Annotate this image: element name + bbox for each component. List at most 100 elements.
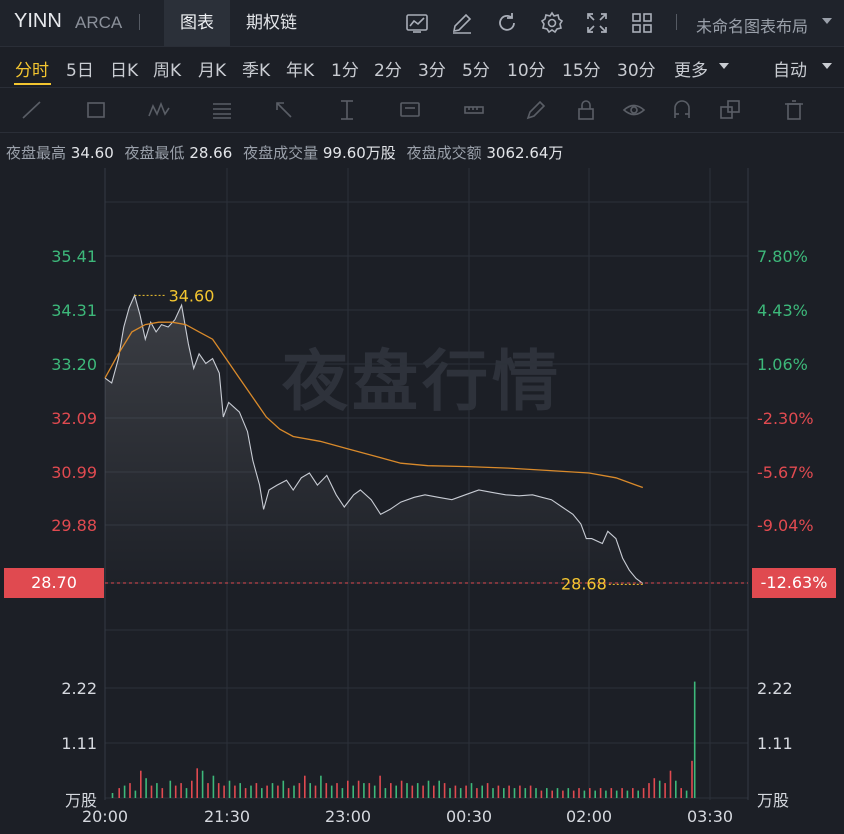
- eye-icon[interactable]: [622, 98, 646, 122]
- stat-volume-value: 99.60万股: [322, 144, 396, 162]
- volume-bar: [400, 780, 403, 798]
- price-tick-label: 33.20: [51, 355, 97, 374]
- price-tick-label: 30.99: [51, 463, 97, 482]
- current-price-tag: 28.70: [4, 568, 104, 598]
- toolbar-divider: [139, 14, 140, 30]
- measure-icon[interactable]: [335, 98, 359, 122]
- volume-bar: [174, 785, 177, 798]
- period-5min[interactable]: 5分: [462, 56, 490, 81]
- active-period-underline: [14, 83, 51, 85]
- volume-bar: [621, 788, 623, 798]
- period-30min[interactable]: 30分: [617, 56, 656, 81]
- volume-bar: [508, 785, 510, 798]
- fib-icon[interactable]: [210, 98, 234, 122]
- tab-option-chain[interactable]: 期权链: [246, 0, 297, 46]
- period-1min[interactable]: 1分: [331, 56, 359, 81]
- volume-bar: [583, 790, 586, 798]
- period-3min[interactable]: 3分: [418, 56, 446, 81]
- period-more[interactable]: 更多: [674, 56, 708, 81]
- volume-bar: [373, 785, 376, 798]
- volume-bar: [145, 778, 147, 798]
- volume-bar: [675, 780, 677, 798]
- stat-high-label: 夜盘最高: [6, 144, 67, 162]
- ticker-symbol[interactable]: YINN: [14, 10, 62, 33]
- volume-bar: [605, 790, 607, 798]
- volume-bar: [384, 788, 387, 798]
- period-5d[interactable]: 5日: [66, 56, 94, 81]
- volume-tick-label: 2.22: [61, 679, 97, 698]
- volume-bar: [309, 783, 311, 798]
- volume-bar: [546, 788, 548, 798]
- period-10min[interactable]: 10分: [507, 56, 546, 81]
- volume-bar: [693, 681, 696, 798]
- volume-bar: [207, 783, 209, 798]
- volume-bar: [212, 775, 215, 798]
- period-week[interactable]: 周K: [153, 56, 181, 81]
- ruler-icon[interactable]: [462, 98, 486, 122]
- rectangle-icon[interactable]: [84, 98, 108, 122]
- tab-chart[interactable]: 图表: [164, 0, 230, 46]
- period-bar: 分时 5日 日K 周K 月K 季K 年K 1分 2分 3分 5分 10分 15分…: [0, 47, 844, 88]
- volume-bar: [379, 775, 381, 798]
- text-icon[interactable]: [398, 98, 422, 122]
- volume-bar: [556, 788, 559, 798]
- volume-bar: [169, 780, 172, 798]
- indicator-icon[interactable]: [405, 11, 429, 35]
- fullscreen-icon[interactable]: [585, 11, 609, 35]
- volume-bar: [406, 783, 408, 798]
- volume-bar: [282, 780, 285, 798]
- period-2min[interactable]: 2分: [374, 56, 402, 81]
- trash-icon[interactable]: [782, 98, 806, 122]
- volume-bar: [411, 785, 414, 798]
- pct-tick-label: -9.04%: [757, 516, 814, 535]
- chevron-down-icon[interactable]: [822, 18, 832, 24]
- volume-bar: [118, 788, 120, 798]
- volume-bar: [664, 783, 666, 798]
- copy-icon[interactable]: [718, 98, 742, 122]
- trendline-icon[interactable]: [20, 98, 44, 122]
- volume-bar: [161, 788, 164, 798]
- volume-tick-label: 2.22: [757, 679, 793, 698]
- volume-bar: [540, 790, 543, 798]
- volume-bar: [438, 780, 440, 798]
- period-year[interactable]: 年K: [286, 56, 314, 81]
- volume-bar: [680, 788, 682, 798]
- pattern-icon[interactable]: [147, 98, 171, 122]
- volume-bar: [497, 785, 500, 798]
- edit-pen-icon[interactable]: [450, 11, 474, 35]
- period-month[interactable]: 月K: [198, 56, 226, 81]
- intraday-chart[interactable]: 35.41 34.31 33.20 32.09 30.99 29.88 7.80% 4.43%…: [0, 168, 844, 834]
- high-marker-label: 34.60: [169, 286, 215, 305]
- volume-bar: [223, 785, 225, 798]
- layout-name[interactable]: 未命名图表布局: [696, 13, 808, 37]
- volume-bar: [562, 790, 564, 798]
- layout-grid-icon[interactable]: [630, 11, 654, 35]
- period-15min[interactable]: 15分: [562, 56, 601, 81]
- volume-bar: [368, 783, 371, 798]
- volume-bar: [669, 770, 672, 798]
- pct-tick-label: -5.67%: [757, 463, 814, 482]
- settings-gear-icon[interactable]: [540, 11, 564, 35]
- period-day[interactable]: 日K: [110, 56, 138, 81]
- volume-bar: [481, 785, 483, 798]
- low-marker-label: 28.68: [561, 574, 607, 593]
- arrow-icon[interactable]: [272, 98, 296, 122]
- brush-icon[interactable]: [524, 98, 548, 122]
- stat-low-label: 夜盘最低: [124, 144, 185, 162]
- volume-bar: [185, 788, 188, 798]
- volume-bar: [648, 783, 650, 798]
- chevron-down-icon[interactable]: [822, 63, 832, 69]
- period-quarter[interactable]: 季K: [242, 56, 270, 81]
- magnet-icon[interactable]: [670, 98, 694, 122]
- period-intraday[interactable]: 分时: [15, 56, 49, 81]
- refresh-icon[interactable]: [495, 11, 519, 35]
- scale-mode-select[interactable]: 自动: [773, 56, 807, 81]
- volume-bar: [363, 783, 365, 798]
- pct-tick-label: -2.30%: [757, 409, 814, 428]
- volume-bar: [320, 775, 322, 798]
- lock-icon[interactable]: [574, 98, 598, 122]
- volume-bar: [239, 783, 241, 798]
- chevron-down-icon[interactable]: [719, 63, 729, 69]
- stat-amount-value: 3062.64万: [486, 144, 564, 162]
- volume-bar: [519, 785, 521, 798]
